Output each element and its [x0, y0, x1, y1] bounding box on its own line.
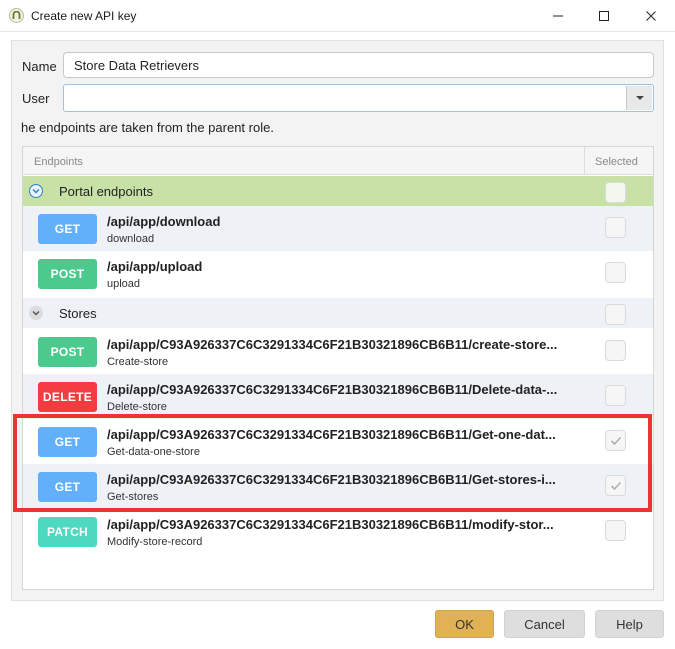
checkmark-icon [610, 481, 621, 490]
endpoint-row[interactable]: POST /api/app/upload upload [23, 251, 653, 296]
endpoint-path: /api/app/C93A926337C6C3291334C6F21B30321… [107, 427, 556, 442]
endpoint-path: /api/app/C93A926337C6C3291334C6F21B30321… [107, 337, 558, 352]
user-dropdown-button[interactable] [626, 86, 652, 110]
maximize-icon [599, 11, 609, 21]
collapse-icon[interactable] [29, 306, 43, 320]
selected-column-header[interactable]: Selected [595, 156, 638, 168]
endpoint-description: Get-data-one-store [107, 446, 200, 458]
method-badge: GET [38, 214, 97, 244]
endpoint-row[interactable]: DELETE /api/app/C93A926337C6C3291334C6F2… [23, 374, 653, 419]
endpoint-path: /api/app/C93A926337C6C3291334C6F21B30321… [107, 517, 554, 532]
chevron-down-icon [635, 96, 644, 100]
method-badge: GET [38, 427, 97, 457]
method-badge: DELETE [38, 382, 97, 412]
endpoint-path: /api/app/C93A926337C6C3291334C6F21B30321… [107, 472, 556, 487]
method-badge: POST [38, 259, 97, 289]
group-row-stores[interactable]: Stores [23, 298, 653, 328]
collapse-icon[interactable] [29, 184, 43, 198]
select-checkbox-checked[interactable] [605, 430, 626, 451]
minimize-icon [553, 15, 563, 17]
method-badge: POST [38, 337, 97, 367]
name-field[interactable] [63, 52, 654, 78]
maximize-button[interactable] [581, 0, 627, 32]
select-checkbox[interactable] [605, 217, 626, 238]
select-checkbox[interactable] [605, 340, 626, 361]
user-label: User [22, 91, 50, 106]
cancel-button[interactable]: Cancel [504, 610, 585, 638]
endpoint-row[interactable]: GET /api/app/C93A926337C6C3291334C6F21B3… [23, 419, 653, 464]
close-icon [646, 11, 656, 21]
endpoint-row[interactable]: PATCH /api/app/C93A926337C6C3291334C6F21… [23, 509, 653, 554]
endpoint-path: /api/app/download [107, 214, 221, 229]
close-button[interactable] [628, 0, 674, 32]
column-divider[interactable] [584, 147, 585, 175]
endpoint-description: Modify-store-record [107, 536, 203, 548]
endpoint-row[interactable]: POST /api/app/C93A926337C6C3291334C6F21B… [23, 329, 653, 374]
app-logo-icon [9, 8, 24, 23]
endpoint-path: /api/app/C93A926337C6C3291334C6F21B30321… [107, 382, 558, 397]
ok-button[interactable]: OK [435, 610, 494, 638]
grid-header: Endpoints Selected [23, 147, 653, 175]
endpoint-description: Delete-store [107, 401, 167, 413]
name-label: Name [22, 59, 57, 74]
user-dropdown[interactable] [63, 84, 654, 112]
select-checkbox[interactable] [605, 262, 626, 283]
endpoint-row[interactable]: GET /api/app/C93A926337C6C3291334C6F21B3… [23, 464, 653, 509]
select-checkbox-checked[interactable] [605, 475, 626, 496]
group-select-checkbox[interactable] [605, 182, 626, 203]
group-name: Portal endpoints [59, 184, 153, 199]
help-button[interactable]: Help [595, 610, 664, 638]
window-title: Create new API key [31, 9, 137, 23]
group-select-checkbox[interactable] [605, 304, 626, 325]
endpoints-grid: Endpoints Selected Portal endpoints GET … [22, 146, 654, 590]
title-bar: Create new API key [0, 0, 675, 32]
minimize-button[interactable] [535, 0, 581, 32]
endpoint-path: /api/app/upload [107, 259, 203, 274]
endpoint-description: download [107, 233, 155, 245]
endpoint-description: Get-stores [107, 491, 159, 503]
endpoint-description: Create-store [107, 356, 169, 368]
checkmark-icon [610, 436, 621, 445]
method-badge: PATCH [38, 517, 97, 547]
group-row-portal-endpoints[interactable]: Portal endpoints [23, 176, 653, 206]
endpoint-description: upload [107, 278, 141, 290]
method-badge: GET [38, 472, 97, 502]
info-text: he endpoints are taken from the parent r… [21, 120, 274, 135]
endpoint-row[interactable]: GET /api/app/download download [23, 206, 653, 251]
group-name: Stores [59, 306, 97, 321]
endpoints-column-header[interactable]: Endpoints [34, 156, 83, 168]
select-checkbox[interactable] [605, 520, 626, 541]
select-checkbox[interactable] [605, 385, 626, 406]
